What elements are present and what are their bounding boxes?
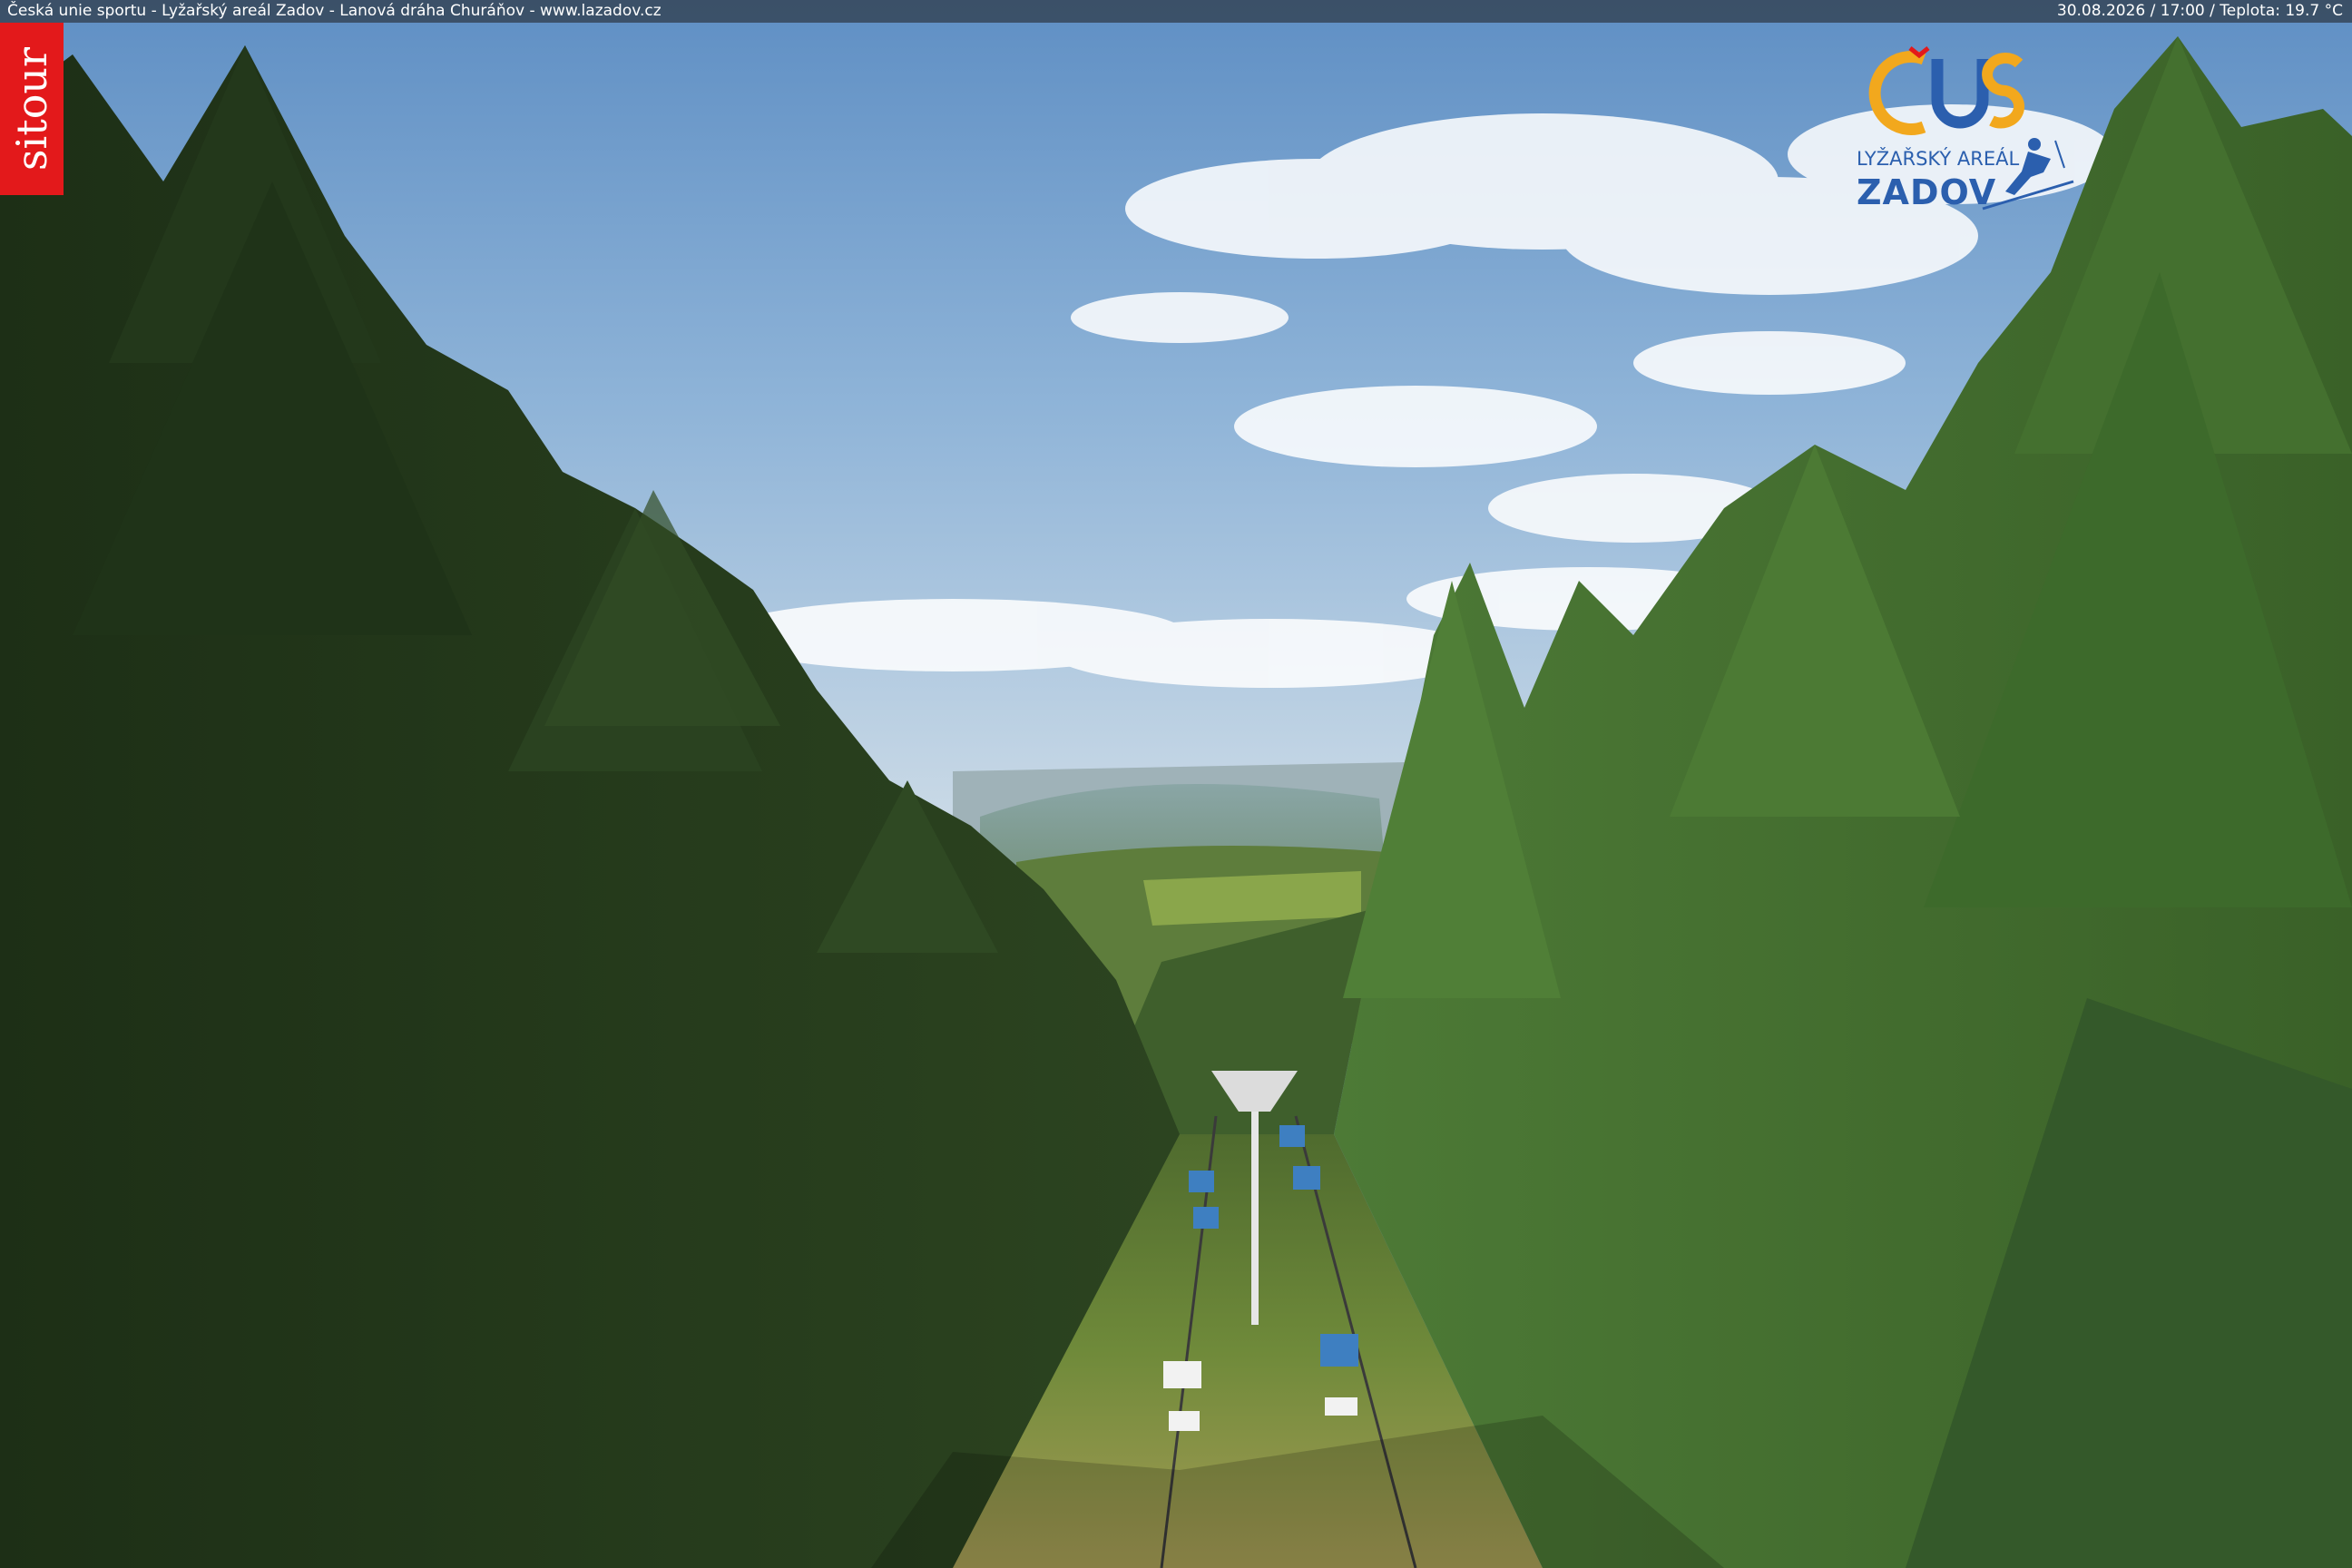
sitour-badge: sitour: [0, 23, 64, 195]
chair: [1193, 1207, 1219, 1229]
zadov-logo: LYŽAŘSKÝ AREÁL ZADOV: [1842, 41, 2078, 222]
chair: [1163, 1361, 1201, 1388]
chair: [1320, 1334, 1358, 1367]
logo-title: ZADOV: [1857, 172, 1997, 212]
chair: [1189, 1171, 1214, 1192]
webcam-scene: [0, 0, 2352, 1568]
chair: [1325, 1397, 1357, 1416]
chair: [1293, 1166, 1320, 1190]
cus-logo-icon: [1868, 46, 2025, 135]
timestamp-temperature: 30.08.2026 / 17:00 / Teplota: 19.7 °C: [2056, 2, 2343, 20]
sitour-label: sitour: [7, 46, 56, 172]
skier-icon: [1982, 138, 2074, 211]
chair: [1279, 1125, 1305, 1147]
camera-caption: Česká unie sportu - Lyžařský areál Zadov…: [7, 2, 662, 20]
chair: [1169, 1411, 1200, 1431]
